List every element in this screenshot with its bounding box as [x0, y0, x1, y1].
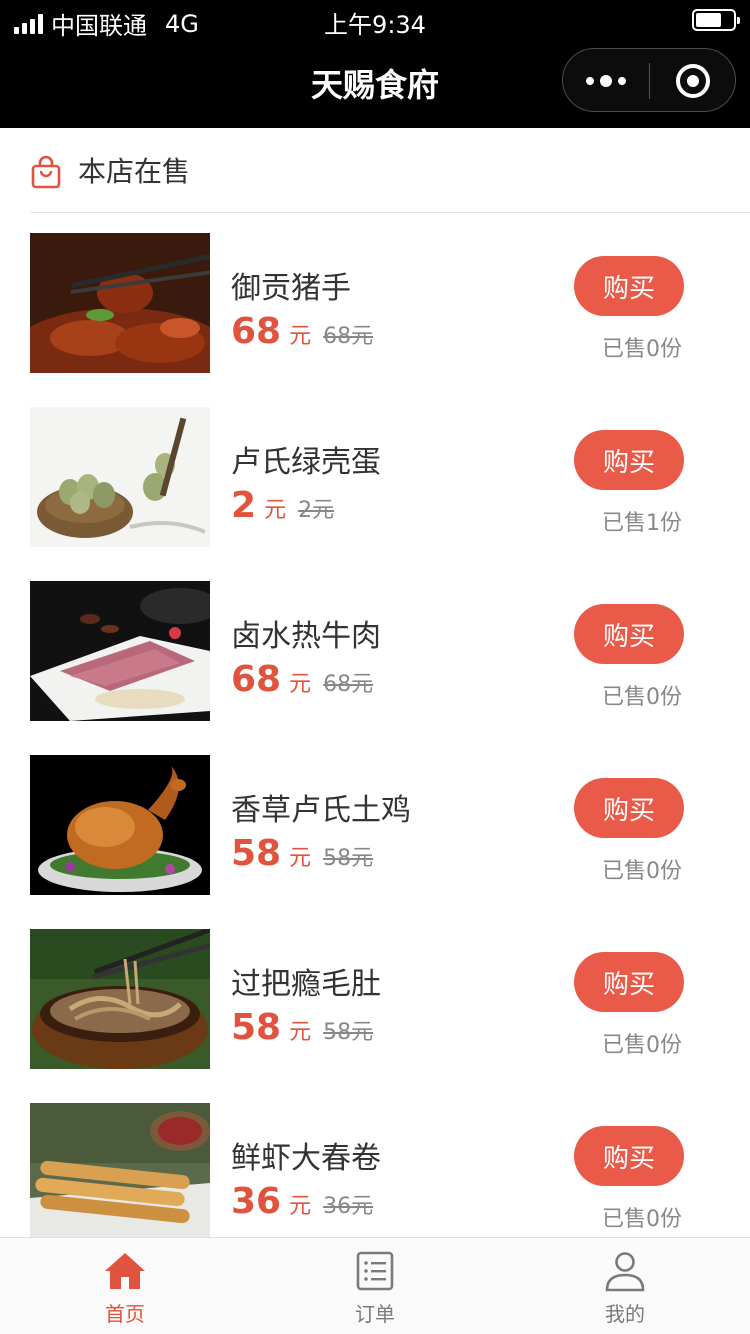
product-name: 香草卢氏土鸡	[231, 793, 411, 828]
more-dot-icon	[600, 75, 612, 87]
battery-level	[696, 13, 721, 27]
more-button[interactable]	[563, 49, 649, 113]
sold-count: 已售1份	[602, 511, 682, 536]
buy-button[interactable]: 购买	[574, 604, 684, 664]
spring-rolls-photo[interactable]	[30, 1103, 210, 1237]
status-time: 上午9:34	[324, 11, 426, 39]
product-item[interactable]: 过把瘾毛肚 58 元 58元 购买 已售0份	[0, 909, 750, 1083]
sold-count: 已售0份	[602, 685, 682, 710]
product-price: 36	[231, 1181, 282, 1222]
price-unit: 元	[289, 1194, 312, 1219]
battery-icon	[692, 9, 740, 31]
price-row: 68 元 68元	[231, 659, 373, 700]
product-price: 58	[231, 833, 282, 874]
pork-knuckle-photo[interactable]	[30, 233, 210, 373]
eggs-in-nest-photo[interactable]	[30, 407, 210, 547]
more-dot-icon	[618, 77, 626, 85]
profile-icon	[605, 1252, 645, 1292]
product-price: 58	[231, 1007, 282, 1048]
product-name: 鲜虾大春卷	[231, 1141, 381, 1176]
tab-bar: 首页 订单 我的	[0, 1237, 750, 1334]
product-price: 2	[231, 485, 257, 526]
home-icon	[105, 1253, 145, 1289]
sold-count: 已售0份	[602, 1207, 682, 1232]
price-row: 58 元 58元	[231, 833, 373, 874]
mini-program-capsule	[562, 48, 736, 112]
product-item[interactable]: 鲜虾大春卷 36 元 36元 购买 已售0份	[0, 1083, 750, 1237]
tab-profile[interactable]: 我的	[500, 1238, 750, 1334]
orders-icon	[356, 1251, 394, 1291]
product-name: 御贡猪手	[231, 271, 351, 306]
price-row: 68 元 68元	[231, 311, 373, 352]
nav-bar: 天赐食府	[0, 40, 750, 128]
sold-count: 已售0份	[602, 337, 682, 362]
original-price: 58元	[323, 1020, 374, 1045]
section-title: 本店在售	[78, 155, 191, 188]
roast-chicken-photo[interactable]	[30, 755, 210, 895]
more-dot-icon	[586, 77, 594, 85]
sliced-beef-photo[interactable]	[30, 581, 210, 721]
product-item[interactable]: 卤水热牛肉 68 元 68元 购买 已售0份	[0, 561, 750, 735]
product-item[interactable]: 香草卢氏土鸡 58 元 58元 购买 已售0份	[0, 735, 750, 909]
buy-button[interactable]: 购买	[574, 778, 684, 838]
product-price: 68	[231, 311, 282, 352]
product-item[interactable]: 御贡猪手 68 元 68元 购买 已售0份	[0, 213, 750, 387]
sold-count: 已售0份	[602, 859, 682, 884]
shopping-bag-icon	[31, 155, 61, 189]
price-row: 2 元 2元	[231, 485, 334, 526]
original-price: 58元	[323, 846, 374, 871]
original-price: 68元	[323, 324, 374, 349]
product-name: 过把瘾毛肚	[231, 967, 381, 1002]
price-row: 36 元 36元	[231, 1181, 373, 1222]
price-row: 58 元 58元	[231, 1007, 373, 1048]
original-price: 68元	[323, 672, 374, 697]
tab-label: 我的	[605, 1302, 645, 1326]
status-bar: 中国联通 4G 上午9:34	[0, 0, 750, 40]
close-mini-program-button[interactable]	[650, 49, 736, 113]
buy-button[interactable]: 购买	[574, 1126, 684, 1186]
original-price: 2元	[298, 498, 335, 523]
section-header: 本店在售	[30, 128, 750, 213]
original-price: 36元	[323, 1194, 374, 1219]
tripe-bowl-photo[interactable]	[30, 929, 210, 1069]
price-unit: 元	[264, 498, 287, 523]
price-unit: 元	[289, 672, 312, 697]
target-icon	[676, 64, 710, 98]
product-list: 御贡猪手 68 元 68元 购买 已售0份 卢氏绿壳蛋 2 元 2元 购买 已售…	[0, 213, 750, 1237]
price-unit: 元	[289, 324, 312, 349]
price-unit: 元	[289, 1020, 312, 1045]
price-unit: 元	[289, 846, 312, 871]
buy-button[interactable]: 购买	[574, 256, 684, 316]
buy-button[interactable]: 购买	[574, 430, 684, 490]
product-price: 68	[231, 659, 282, 700]
buy-button[interactable]: 购买	[574, 952, 684, 1012]
sold-count: 已售0份	[602, 1033, 682, 1058]
tab-label: 订单	[355, 1302, 395, 1326]
tab-home[interactable]: 首页	[0, 1238, 250, 1334]
product-name: 卢氏绿壳蛋	[231, 445, 381, 480]
tab-label: 首页	[105, 1302, 145, 1326]
tab-orders[interactable]: 订单	[250, 1238, 500, 1334]
product-name: 卤水热牛肉	[231, 619, 381, 654]
product-item[interactable]: 卢氏绿壳蛋 2 元 2元 购买 已售1份	[0, 387, 750, 561]
